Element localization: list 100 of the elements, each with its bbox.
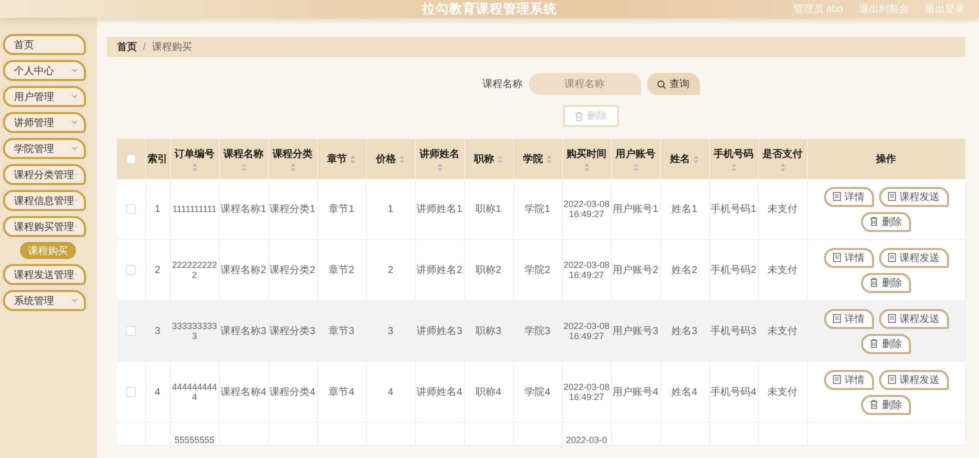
row-checkbox[interactable] — [126, 204, 136, 214]
table-cell: 3 — [154, 326, 160, 336]
document-icon — [832, 192, 840, 201]
table-cell: 手机号码4 — [710, 387, 756, 398]
table-cell: 讲师姓名4 — [416, 387, 462, 398]
menu-item[interactable]: 用户管理 — [3, 86, 86, 107]
user-label: 管理员 abo — [794, 3, 843, 16]
column-header: 课程名称 — [224, 148, 264, 160]
column-header: 手机号码 — [714, 148, 754, 160]
table-cell: 讲师姓名3 — [416, 326, 462, 337]
search-label: 课程名称 — [482, 78, 522, 91]
sort-icon[interactable] — [632, 162, 638, 172]
delete-button[interactable]: 删除 — [861, 334, 911, 354]
table-cell: 章节1 — [328, 204, 354, 215]
table-cell: 职称2 — [476, 265, 502, 276]
column-header: 章节 — [327, 152, 347, 166]
sort-icon[interactable] — [290, 162, 296, 172]
menu-item[interactable]: 首页 — [3, 34, 86, 55]
search-field[interactable]: 课程名称 — [528, 73, 640, 95]
send-button[interactable]: 课程发送 — [878, 308, 948, 328]
sort-icon[interactable] — [693, 154, 699, 164]
details-button[interactable]: 详情 — [824, 186, 874, 206]
breadcrumb-link[interactable]: 课程购买 — [152, 40, 192, 54]
sort-icon[interactable] — [730, 162, 736, 172]
menu-item[interactable]: 课程发送管理 — [3, 264, 86, 285]
table-cell: 职称4 — [476, 387, 502, 398]
row-checkbox[interactable] — [126, 386, 136, 397]
details-button[interactable]: 详情 — [824, 248, 874, 268]
sort-icon[interactable] — [192, 162, 198, 172]
table-cell: 用户账号3 — [612, 326, 658, 337]
table-cell: 学院4 — [524, 387, 550, 398]
details-button[interactable]: 详情 — [824, 308, 874, 328]
table-cell: 职称1 — [476, 204, 502, 215]
row-checkbox[interactable] — [126, 326, 136, 336]
sort-icon[interactable] — [350, 154, 356, 164]
menu-item[interactable]: 课程购买管理 — [3, 216, 86, 237]
table-cell: 课程分类3 — [270, 326, 316, 337]
sort-icon[interactable] — [497, 154, 503, 164]
document-icon — [832, 314, 840, 323]
delete-button[interactable]: 删除 — [861, 272, 911, 292]
trash-icon — [870, 400, 878, 409]
menu-item[interactable]: 系统管理 — [3, 290, 86, 311]
table-cell: 用户账号1 — [612, 204, 658, 215]
trash-icon — [575, 112, 583, 120]
search-button[interactable]: 查询 — [646, 73, 700, 95]
send-button[interactable]: 课程发送 — [878, 186, 948, 206]
sort-icon[interactable] — [780, 162, 786, 172]
document-icon — [832, 253, 840, 262]
table-cell: 手机号码1 — [710, 204, 756, 215]
table-cell: 讲师姓名1 — [416, 204, 462, 215]
table-cell: 2022-03-08 16:49:27 — [563, 382, 610, 402]
table-cell: 课程分类1 — [270, 204, 316, 215]
column-header: 索引 — [148, 152, 168, 166]
table-cell: 章节2 — [328, 265, 354, 276]
column-header: 购买时间 — [566, 148, 606, 160]
menu-item[interactable]: 个人中心 — [3, 60, 86, 81]
column-header: 课程分类 — [272, 148, 312, 160]
document-icon — [888, 375, 896, 384]
table-cell: 未支付 — [768, 326, 798, 337]
select-all-checkbox[interactable] — [126, 154, 136, 164]
trash-icon — [870, 217, 878, 226]
table-cell: 4 — [388, 386, 394, 398]
column-header: 是否支付 — [762, 148, 802, 160]
delete-button[interactable]: 删除 — [861, 212, 911, 232]
table-cell: 课程名称4 — [220, 387, 266, 398]
row-checkbox[interactable] — [126, 264, 136, 275]
table-cell: 2 — [388, 264, 394, 276]
menu-item[interactable]: 课程分类管理 — [3, 164, 86, 185]
sort-icon[interactable] — [240, 162, 246, 172]
table-cell: 课程分类2 — [270, 265, 316, 276]
table-cell: 手机号码2 — [710, 265, 756, 276]
delete-button[interactable]: 删除 — [861, 394, 911, 414]
sort-icon[interactable] — [584, 162, 590, 172]
document-icon — [888, 253, 896, 262]
sort-icon[interactable] — [399, 154, 405, 164]
table-cell: 2022-03-08 16:49:27 — [563, 260, 610, 280]
menu-item[interactable]: 讲师管理 — [3, 112, 86, 133]
send-button[interactable]: 课程发送 — [878, 370, 948, 390]
document-icon — [888, 192, 896, 201]
table-cell: 1111111111 — [172, 204, 217, 214]
breadcrumb-link[interactable]: 首页 — [117, 40, 137, 54]
column-header: 学院 — [523, 152, 543, 166]
menu-item[interactable]: 课程信息管理 — [3, 190, 86, 211]
sort-icon[interactable] — [546, 154, 552, 164]
menu-item[interactable]: 学院管理 — [3, 138, 86, 159]
table-cell: 1 — [388, 204, 394, 214]
document-icon — [888, 314, 896, 323]
send-button[interactable]: 课程发送 — [878, 248, 948, 268]
details-button[interactable]: 详情 — [824, 370, 874, 390]
column-header: 职称 — [474, 152, 494, 166]
table-cell: 课程名称1 — [220, 204, 266, 215]
column-header: 操作 — [876, 152, 896, 166]
table-cell: 3 — [388, 326, 394, 336]
document-icon — [832, 375, 840, 384]
search-icon — [656, 80, 666, 88]
table-cell: 章节4 — [328, 387, 354, 398]
sort-icon[interactable] — [436, 162, 442, 172]
table-cell: 未支付 — [768, 265, 798, 276]
trash-icon — [870, 339, 878, 348]
table-cell: 课程名称2 — [220, 265, 266, 276]
